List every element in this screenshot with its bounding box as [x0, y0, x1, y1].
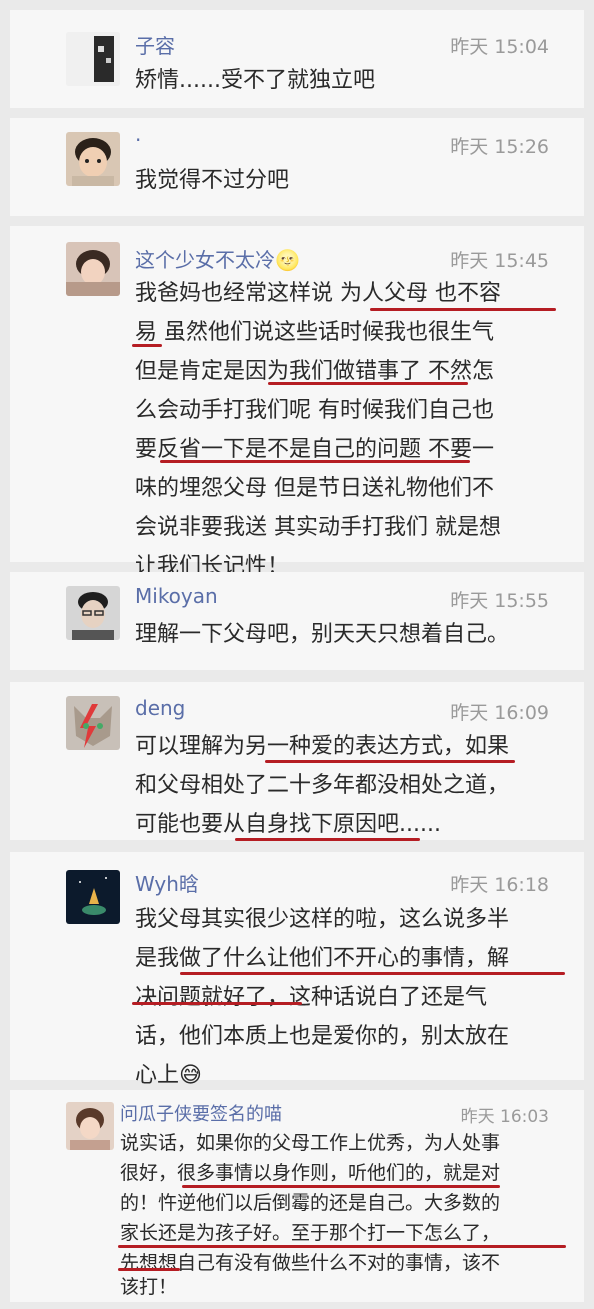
- comment-card: 子容 昨天 15:04 矫情......受不了就独立吧: [10, 10, 584, 108]
- comment-text-line: 说实话，如果你的父母工作上优秀，为人处事: [120, 1132, 501, 1154]
- highlight-underline: [180, 972, 565, 975]
- highlight-underline: [265, 760, 515, 763]
- avatar[interactable]: [66, 132, 120, 186]
- highlight-underline: [132, 344, 162, 347]
- comment-text-line: 该打！: [120, 1276, 178, 1298]
- comment-card: 问瓜子侠要签名的喵 昨天 16:03 说实话，如果你的父母工作上优秀，为人处事 …: [10, 1090, 584, 1302]
- comment-author[interactable]: 子容: [135, 30, 175, 59]
- comment-author[interactable]: Wyh晗: [135, 868, 199, 897]
- comment-author[interactable]: ·: [135, 128, 141, 152]
- avatar-image: [66, 870, 120, 924]
- comment-time: 昨天 15:04: [450, 36, 549, 58]
- comment-text-line: 话，他们本质上也是爱你的，别太放在: [135, 1024, 510, 1049]
- avatar-image: [66, 32, 120, 86]
- comment-text-line: 会说非要我送 其实动手打我们 就是想: [135, 515, 501, 540]
- avatar[interactable]: [66, 32, 120, 86]
- comment-author[interactable]: deng: [135, 696, 185, 720]
- avatar-image: [66, 132, 120, 186]
- comment-text-line: 但是肯定是因为我们做错事了 不然怎: [135, 359, 494, 384]
- comment-author[interactable]: Mikoyan: [135, 584, 218, 608]
- avatar[interactable]: [66, 242, 120, 296]
- highlight-underline: [132, 1002, 302, 1005]
- highlight-underline: [118, 1245, 566, 1248]
- comment-author[interactable]: 这个少女不太冷🌝: [135, 244, 300, 273]
- comment-card: · 昨天 15:26 我觉得不过分吧: [10, 118, 584, 216]
- comment-text-line: 很好，很多事情以身作则，听他们的，就是对: [120, 1162, 501, 1184]
- comment-time: 昨天 15:45: [450, 250, 549, 272]
- comment-time: 昨天 15:55: [450, 590, 549, 612]
- avatar-image: [66, 696, 120, 750]
- comment-time: 昨天 16:09: [450, 702, 549, 724]
- comment-time: 昨天 15:26: [450, 136, 549, 158]
- avatar[interactable]: [66, 1102, 114, 1150]
- comment-text-line: 味的埋怨父母 但是节日送礼物他们不: [135, 476, 494, 501]
- avatar-image: [66, 242, 120, 296]
- comment-text-line: 的！忤逆他们以后倒霉的还是自己。大多数的: [120, 1192, 501, 1214]
- comment-card: 这个少女不太冷🌝 昨天 15:45 我爸妈也经常这样说 为人父母 也不容 易 虽…: [10, 226, 584, 579]
- comment-card: deng 昨天 16:09 可以理解为另一种爱的表达方式，如果 和父母相处了二十…: [10, 682, 584, 841]
- comment-text-line: 易 虽然他们说这些话时候我也很生气: [135, 320, 494, 345]
- comment-text-line: 么会动手打我们呢 有时候我们自己也: [135, 398, 494, 423]
- highlight-underline: [118, 1268, 180, 1271]
- comment-text-line: 和父母相处了二十多年都没相处之道，: [135, 773, 510, 798]
- avatar[interactable]: [66, 870, 120, 924]
- avatar[interactable]: [66, 696, 120, 750]
- avatar[interactable]: [66, 586, 120, 640]
- comment-card: Mikoyan 昨天 15:55 理解一下父母吧，别天天只想着自己。: [10, 572, 584, 670]
- comment-text-line: 我父母其实很少这样的啦，这么说多半: [135, 907, 510, 932]
- highlight-underline: [235, 838, 420, 841]
- comment-text-line: 家长还是为孩子好。至于那个打一下怎么了，: [120, 1222, 501, 1244]
- comment-card: Wyh晗 昨天 16:18 我父母其实很少这样的啦，这么说多半 是我做了什么让他…: [10, 852, 584, 1088]
- comment-author[interactable]: 问瓜子侠要签名的喵: [120, 1100, 282, 1126]
- avatar-image: [66, 1102, 114, 1150]
- highlight-underline: [370, 308, 556, 311]
- highlight-underline: [268, 382, 468, 385]
- comment-text-line: 矫情......受不了就独立吧: [135, 68, 375, 93]
- comment-text-line: 决问题就好了，这种话说白了还是气: [135, 985, 488, 1010]
- avatar-image: [66, 586, 120, 640]
- highlight-underline: [182, 1185, 500, 1188]
- highlight-underline: [160, 460, 470, 463]
- comment-text-line: 理解一下父母吧，别天天只想着自己。: [135, 622, 510, 647]
- comment-text-line: 要反省一下是不是自己的问题 不要一: [135, 437, 494, 462]
- comment-text-line: 我觉得不过分吧: [135, 168, 290, 193]
- comment-time: 昨天 16:18: [450, 874, 549, 896]
- comment-time: 昨天 16:03: [460, 1107, 549, 1127]
